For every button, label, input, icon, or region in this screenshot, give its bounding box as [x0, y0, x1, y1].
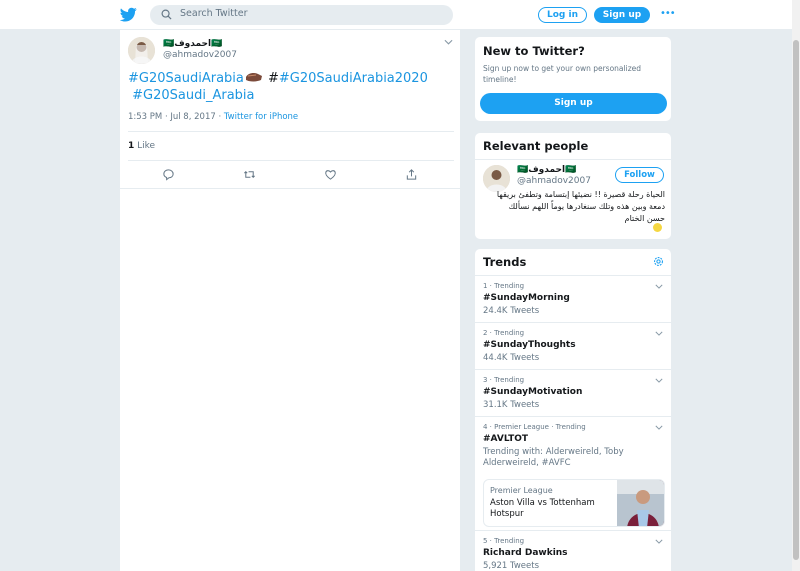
- profile-photo-icon: [483, 165, 510, 192]
- top-navigation-bar: Search Twitter Log in Sign up •••: [0, 0, 792, 30]
- card-description: Sign up now to get your own personalized…: [483, 64, 642, 84]
- card-title: Trends: [483, 255, 527, 269]
- share-icon[interactable]: [405, 168, 418, 181]
- divider: [128, 131, 454, 132]
- divider: [128, 160, 454, 161]
- news-thumbnail-icon: [617, 480, 664, 526]
- trend-name[interactable]: #AVLTOT: [483, 434, 528, 444]
- card-title: Relevant people: [483, 139, 589, 153]
- profile-photo-icon: [128, 37, 155, 64]
- person-bio: الحياة رحلة قصيرة !! نضيئها إبتسامة وتطف…: [496, 190, 665, 223]
- trends-card: Trends 1 · Trending #SundayMorning 24.4K…: [474, 248, 672, 571]
- avatar[interactable]: [483, 165, 510, 192]
- gear-icon[interactable]: [653, 256, 664, 267]
- trend-count: 31.1K Tweets: [483, 400, 540, 410]
- signup-button[interactable]: Sign up: [594, 7, 650, 23]
- trend-related: Trending with: Alderweireld, Toby Alderw…: [483, 447, 624, 468]
- news-source: Premier League: [490, 486, 553, 495]
- trend-item[interactable]: 1 · Trending #SundayMorning 24.4K Tweets: [475, 275, 671, 322]
- hashtag-separator: #: [263, 71, 279, 86]
- trend-count: 24.4K Tweets: [483, 306, 540, 316]
- tweet-text: #G20SaudiArabia ##G20SaudiArabia2020 #G2…: [128, 70, 448, 104]
- retweet-icon[interactable]: [243, 168, 256, 181]
- tweet-timestamp: 1:53 PM · Jul 8, 2017 · Twitter for iPho…: [128, 112, 298, 122]
- like-count-label: Like: [134, 141, 156, 151]
- divider: [120, 188, 460, 189]
- author-handle[interactable]: @ahmadov2007: [163, 50, 237, 60]
- new-to-twitter-card: New to Twitter? Sign up now to get your …: [474, 36, 672, 122]
- trend-context: 5 · Trending: [483, 537, 525, 545]
- trend-context: 1 · Trending: [483, 282, 525, 290]
- news-headline[interactable]: Aston Villa vs Tottenham Hotspur: [490, 498, 610, 520]
- hashtag-link[interactable]: #G20SaudiArabia: [128, 71, 244, 86]
- search-bar[interactable]: Search Twitter: [150, 5, 453, 25]
- card-title: New to Twitter?: [483, 44, 585, 58]
- news-card[interactable]: Premier League Aston Villa vs Tottenham …: [483, 479, 665, 527]
- trend-item[interactable]: 4 · Premier League · Trending #AVLTOT Tr…: [475, 416, 671, 530]
- author-name[interactable]: 🇸🇦احمدوف🇸🇦: [163, 39, 222, 49]
- tweet-source-link[interactable]: Twitter for iPhone: [224, 112, 298, 122]
- timestamp-text[interactable]: 1:53 PM · Jul 8, 2017 ·: [128, 112, 224, 122]
- twitter-logo-icon[interactable]: [120, 6, 137, 23]
- divider: [475, 159, 671, 160]
- tweet-detail: 🇸🇦احمدوف🇸🇦 @ahmadov2007 #G20SaudiArabia …: [119, 30, 461, 571]
- trend-name[interactable]: Richard Dawkins: [483, 548, 568, 558]
- trend-context: 4 · Premier League · Trending: [483, 423, 586, 431]
- heart-icon[interactable]: [324, 168, 337, 181]
- chevron-down-icon[interactable]: [655, 378, 663, 383]
- page-scrollbar[interactable]: [792, 0, 800, 571]
- search-icon: [161, 9, 172, 20]
- tweet-actions: [120, 168, 460, 182]
- relevant-people-card: Relevant people 🇸🇦احمدوف🇸🇦 @ahmadov2007 …: [474, 132, 672, 240]
- follow-button[interactable]: Follow: [615, 167, 664, 183]
- trend-name[interactable]: #SundayMotivation: [483, 387, 582, 397]
- scrollbar-thumb[interactable]: [793, 40, 799, 560]
- reply-icon[interactable]: [162, 168, 175, 181]
- trend-context: 3 · Trending: [483, 376, 525, 384]
- fist-bump-emoji-icon: [245, 73, 262, 82]
- trend-name[interactable]: #SundayMorning: [483, 293, 570, 303]
- person-name[interactable]: 🇸🇦احمدوف🇸🇦: [517, 165, 576, 175]
- chevron-down-icon[interactable]: [444, 39, 453, 45]
- chevron-down-icon[interactable]: [655, 539, 663, 544]
- chevron-down-icon[interactable]: [655, 331, 663, 336]
- person-handle[interactable]: @ahmadov2007: [517, 176, 591, 186]
- chevron-down-icon[interactable]: [655, 284, 663, 289]
- signup-button[interactable]: Sign up: [480, 93, 667, 114]
- trend-count: 44.4K Tweets: [483, 353, 540, 363]
- search-input[interactable]: Search Twitter: [180, 8, 248, 19]
- more-icon[interactable]: •••: [660, 8, 676, 19]
- chevron-down-icon[interactable]: [655, 425, 663, 430]
- trend-count: 5,921 Tweets: [483, 561, 539, 571]
- avatar[interactable]: [128, 37, 155, 64]
- hashtag-link[interactable]: #G20SaudiArabia2020: [279, 71, 428, 86]
- trend-item[interactable]: 2 · Trending #SundayThoughts 44.4K Tweet…: [475, 322, 671, 369]
- trend-item[interactable]: 3 · Trending #SundayMotivation 31.1K Twe…: [475, 369, 671, 416]
- smile-emoji-icon: [653, 223, 662, 232]
- login-button[interactable]: Log in: [538, 7, 587, 23]
- like-count[interactable]: 1 Like: [128, 141, 155, 151]
- trend-context: 2 · Trending: [483, 329, 525, 337]
- trend-item[interactable]: 5 · Trending Richard Dawkins 5,921 Tweet…: [475, 530, 671, 571]
- hashtag-link[interactable]: #G20Saudi_Arabia: [132, 88, 254, 103]
- trend-name[interactable]: #SundayThoughts: [483, 340, 576, 350]
